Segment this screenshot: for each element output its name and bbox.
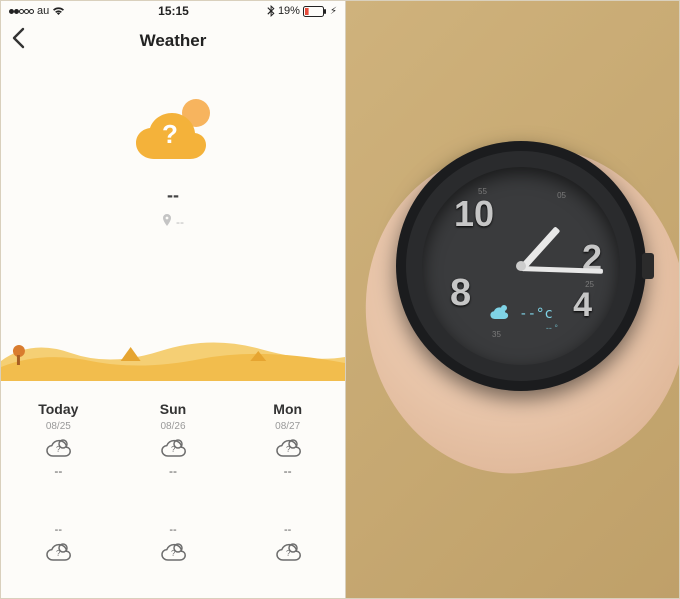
svg-text:?: ? [56, 445, 61, 454]
forecast-date: 08/25 [46, 421, 71, 432]
landscape-illustration [1, 311, 345, 381]
forecast-row-1: Today 08/25 ? -- Sun 08/26 ? -- Mon 08/2… [1, 401, 345, 478]
watch-dial: 10 2 4 8 05 55 25 35 --°c -- ° [422, 167, 620, 365]
weather-hero: ? -- -- [1, 61, 345, 321]
cloud-unknown-icon: ? [275, 438, 301, 458]
phone-screen: au 15:15 19% ⚡︎ Weather [1, 1, 346, 598]
oled-sub: -- ° [546, 323, 558, 333]
cloud-unknown-icon: ? [160, 438, 186, 458]
forecast-value: -- [284, 464, 292, 478]
forecast-day[interactable]: -- ? [116, 522, 231, 562]
forecast-day[interactable]: Mon 08/27 ? -- [230, 401, 345, 478]
forecast-date: 08/26 [160, 421, 185, 432]
page-title: Weather [1, 31, 345, 51]
forecast-label: Mon [273, 401, 302, 417]
status-time: 15:15 [1, 4, 346, 18]
cloud-unknown-icon: ? [45, 542, 71, 562]
numeral-10: 10 [454, 193, 494, 235]
root: au 15:15 19% ⚡︎ Weather [0, 0, 680, 599]
minute-mark: 25 [585, 280, 594, 289]
location-pin-icon [162, 214, 172, 229]
svg-text:?: ? [56, 549, 61, 558]
forecast-day[interactable]: Sun 08/26 ? -- [116, 401, 231, 478]
watch-oled: --°c -- ° [466, 291, 576, 337]
minute-mark: 05 [557, 191, 566, 200]
forecast-value: -- [284, 524, 291, 536]
location-row: -- [162, 214, 184, 229]
watch-photo: 10 2 4 8 05 55 25 35 --°c -- ° [346, 1, 679, 598]
minute-mark: 55 [478, 187, 487, 196]
forecast-row-2: -- ? -- ? -- ? [1, 522, 345, 562]
weather-unknown-icon: ? [132, 101, 214, 163]
oled-weather-icon [489, 303, 511, 326]
question-mark-icon: ? [162, 119, 178, 150]
forecast-day[interactable]: -- ? [230, 522, 345, 562]
cloud-unknown-icon: ? [275, 542, 301, 562]
forecast-day[interactable]: -- ? [1, 522, 116, 562]
svg-text:?: ? [286, 549, 291, 558]
forecast-label: Today [38, 401, 78, 417]
forecast-value: -- [54, 464, 62, 478]
current-temp: -- [167, 185, 179, 206]
cloud-unknown-icon: ? [45, 438, 71, 458]
smartwatch: 10 2 4 8 05 55 25 35 --°c -- ° [396, 141, 646, 391]
back-button[interactable] [11, 27, 25, 55]
svg-text:?: ? [171, 549, 176, 558]
location-label: -- [176, 215, 184, 229]
svg-text:?: ? [286, 445, 291, 454]
oled-temp: --°c [519, 306, 553, 322]
forecast-date: 08/27 [275, 421, 300, 432]
watch-crown [642, 253, 654, 279]
nav-bar: Weather [1, 21, 345, 61]
forecast-value: -- [169, 524, 176, 536]
svg-text:?: ? [171, 445, 176, 454]
cloud-unknown-icon: ? [160, 542, 186, 562]
forecast-value: -- [55, 524, 62, 536]
forecast-value: -- [169, 464, 177, 478]
status-bar: au 15:15 19% ⚡︎ [1, 1, 345, 21]
forecast-day[interactable]: Today 08/25 ? -- [1, 401, 116, 478]
forecast-label: Sun [160, 401, 186, 417]
